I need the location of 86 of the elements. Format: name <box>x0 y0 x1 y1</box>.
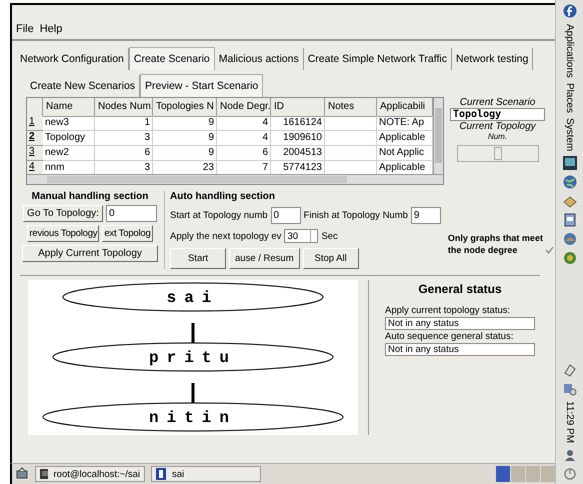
status-field: Not in any status <box>385 317 535 330</box>
next-button[interactable]: ext Topolog <box>102 225 153 242</box>
column-header[interactable]: Topologies N <box>153 98 217 117</box>
column-header[interactable]: Notes <box>325 98 377 117</box>
tab[interactable]: Create Scenario <box>128 47 215 70</box>
panel-menu[interactable]: System <box>564 118 575 152</box>
tab[interactable]: Malicious actions <box>214 48 304 70</box>
globe-icon[interactable] <box>562 175 576 190</box>
column-header[interactable]: Applicabili <box>377 98 433 117</box>
field-label: Auto sequence general status: <box>385 331 514 342</box>
panel-menu[interactable]: Applications <box>564 24 575 78</box>
section-title: Current Scenario <box>460 97 536 108</box>
table-cell: 6 <box>95 146 153 161</box>
action-button[interactable]: ause / Resum <box>229 248 300 269</box>
interval-spinner[interactable]: 30 <box>284 229 318 243</box>
status-field: Not in any status <box>385 343 535 356</box>
field-label: Current Topology <box>459 121 536 132</box>
section-title: Manual handling section <box>32 191 148 202</box>
tab[interactable]: Create Simple Network Traffic <box>304 48 452 70</box>
table-cell <box>325 116 377 131</box>
scrollbar[interactable] <box>433 98 443 174</box>
table-cell: 4 <box>217 131 271 146</box>
input-field[interactable]: 0 <box>270 207 301 224</box>
apply-button[interactable]: Apply Current Topology <box>22 245 158 262</box>
power-icon[interactable] <box>562 467 576 481</box>
table-cell: 9 <box>153 116 217 131</box>
tab[interactable]: Network testing <box>452 48 534 70</box>
terminal-icon <box>40 469 48 479</box>
action-button[interactable]: Stop All <box>302 248 359 269</box>
row-number[interactable]: 3 <box>27 146 43 161</box>
table-cell: 6 <box>217 146 271 161</box>
row-number[interactable]: 1 <box>27 116 43 131</box>
table-cell <box>325 131 377 146</box>
menu-item[interactable]: Help <box>40 23 62 35</box>
table-cell: 3 <box>95 131 153 146</box>
taskbar-button[interactable]: sai <box>151 466 261 482</box>
checkbox[interactable] <box>544 246 555 256</box>
column-header[interactable]: ID <box>271 98 325 117</box>
input-field[interactable]: 0 <box>106 205 157 222</box>
section-title: Auto handling section <box>170 191 276 202</box>
column-header[interactable]: Node Degr. <box>217 98 271 117</box>
table-cell: 4 <box>217 116 271 131</box>
row-number[interactable]: 2 <box>27 131 43 146</box>
previous-button[interactable]: revious Topology <box>27 225 100 242</box>
column-header[interactable]: Name <box>43 98 95 117</box>
table-cell: 1616124 <box>271 116 325 131</box>
terminal-icon[interactable] <box>562 156 576 170</box>
table-cell: 9 <box>153 146 217 161</box>
table-cell: 1909610 <box>271 131 325 146</box>
user-icon[interactable] <box>562 448 576 462</box>
go-to-button[interactable]: Go To Topology: <box>23 205 103 222</box>
graph-node: nitin <box>42 402 344 432</box>
app-icon[interactable] <box>562 251 576 266</box>
logo-icon[interactable] <box>562 3 576 19</box>
table-cell: new2 <box>43 146 95 161</box>
field-label: Apply the next topology ev <box>170 230 282 242</box>
show-desktop-icon[interactable] <box>15 467 29 481</box>
unit-label: Sec <box>321 230 338 242</box>
header-corner <box>27 98 43 117</box>
menu-item[interactable]: File <box>16 23 34 35</box>
tab[interactable]: Preview - Start Scenario <box>140 74 264 97</box>
input-field[interactable]: 9 <box>410 207 441 224</box>
network-icon[interactable] <box>562 382 576 396</box>
field-label: Finish at Topology Numb <box>304 210 408 221</box>
table-cell: new3 <box>43 116 95 131</box>
graph-node: pritu <box>52 342 334 372</box>
scenario-field[interactable]: Topology <box>450 108 545 121</box>
document-icon[interactable] <box>562 213 576 228</box>
field-label: Start at Topology numb <box>170 210 268 221</box>
panel-menu[interactable]: Places <box>564 82 575 113</box>
workspace-switcher[interactable] <box>496 466 555 482</box>
clock[interactable]: 11:29 PM <box>564 400 575 443</box>
table-cell: 1 <box>95 116 153 131</box>
table-cell: Topology <box>43 131 95 146</box>
section-title: General status <box>418 282 502 296</box>
graph-node: sai <box>62 282 324 312</box>
table-cell: 2004513 <box>271 146 325 161</box>
table-cell: 9 <box>153 131 217 146</box>
scrollbar[interactable] <box>27 174 443 184</box>
action-button[interactable]: Start <box>170 248 226 269</box>
field-label: Num. <box>488 132 508 141</box>
option-label: Only graphs that meet the node degree <box>448 233 543 257</box>
field-label: Apply current topology status: <box>385 305 512 316</box>
taskbar-button[interactable]: root@localhost:~/sai <box>35 466 145 482</box>
app-icon[interactable] <box>562 232 576 246</box>
window-icon <box>156 468 166 480</box>
